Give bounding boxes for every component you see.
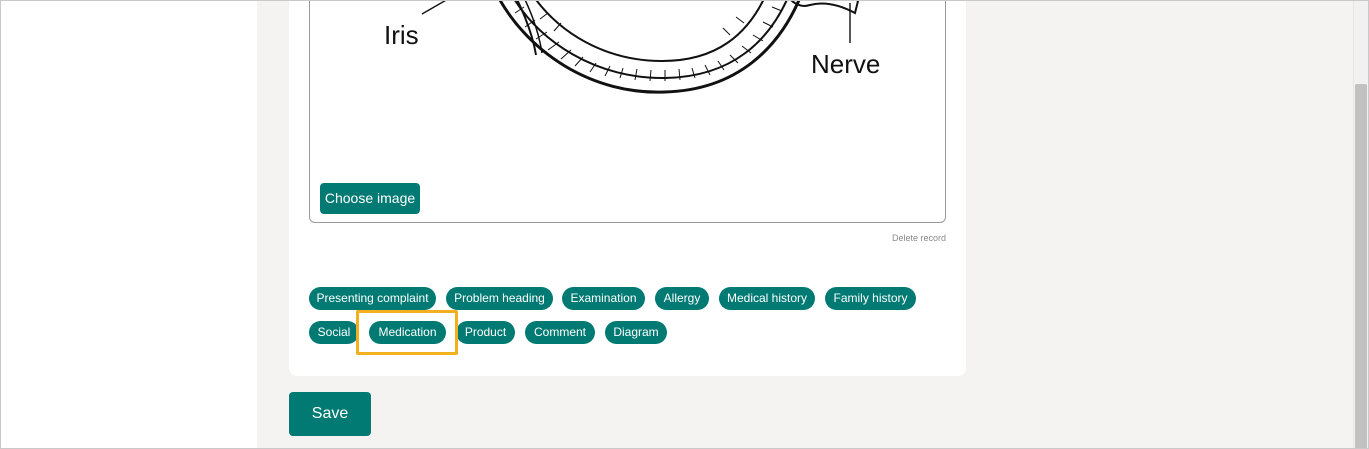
tag-product[interactable]: Product — [456, 321, 515, 344]
tag-family-history[interactable]: Family history — [825, 287, 916, 310]
medication-highlight-box — [356, 310, 458, 355]
tag-presenting-complaint[interactable]: Presenting complaint — [309, 287, 436, 310]
save-button[interactable]: Save — [289, 392, 371, 436]
scrollbar-thumb[interactable] — [1355, 84, 1367, 449]
tag-problem-heading[interactable]: Problem heading — [446, 287, 553, 310]
nerve-label: Nerve — [811, 49, 881, 79]
tag-allergy[interactable]: Allergy — [655, 287, 709, 310]
delete-record-link[interactable]: Delete record — [892, 233, 946, 243]
tag-examination[interactable]: Examination — [562, 287, 645, 310]
iris-leader-line — [421, 0, 448, 15]
tag-social[interactable]: Social — [309, 321, 359, 344]
eye-middle-shell — [513, 0, 788, 80]
tag-comment[interactable]: Comment — [525, 321, 595, 344]
iris-label: Iris — [384, 20, 419, 50]
tag-diagram[interactable]: Diagram — [605, 321, 667, 344]
right-background — [966, 0, 1353, 449]
eye-inner-shell — [535, 0, 765, 63]
nerve-tissue — [789, 0, 860, 15]
tag-medical-history[interactable]: Medical history — [719, 287, 815, 310]
choose-image-button[interactable]: Choose image — [320, 183, 420, 214]
